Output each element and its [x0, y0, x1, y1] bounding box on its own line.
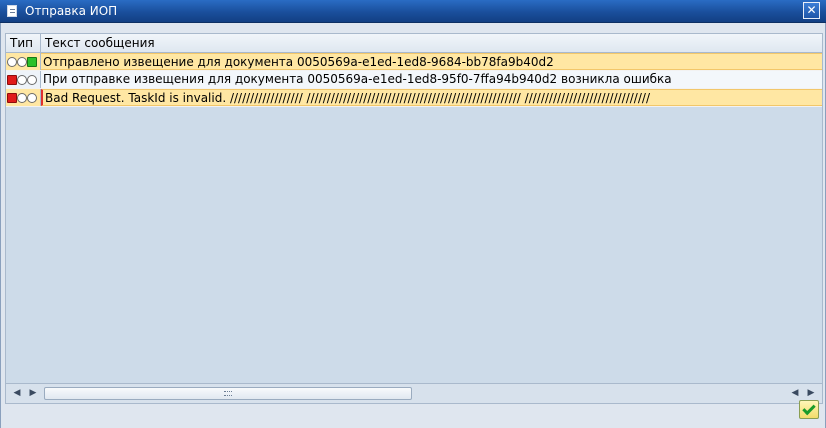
empty-light-icon: [7, 56, 17, 67]
message-text: При отправке извещения для документа 005…: [41, 71, 822, 88]
table-row[interactable]: Отправлено извещение для документа 00505…: [6, 53, 822, 71]
empty-light-icon: [17, 92, 27, 103]
message-log-grid: Тип Текст сообщения Отправлено извещение…: [5, 33, 823, 404]
red-light-icon: [7, 74, 17, 85]
column-header-type[interactable]: Тип: [6, 34, 41, 52]
scroll-left-end-button[interactable]: ◀: [788, 387, 802, 400]
empty-light-icon: [27, 92, 37, 103]
message-text: Отправлено извещение для документа 00505…: [41, 53, 822, 70]
green-light-icon: [27, 56, 37, 67]
empty-light-icon: [27, 74, 37, 85]
status-lights: [6, 89, 41, 106]
empty-light-icon: [17, 74, 27, 85]
send-document-icon: [6, 4, 22, 18]
confirm-button[interactable]: [799, 400, 819, 419]
grip-icon: [224, 391, 232, 396]
grid-rows: Отправлено извещение для документа 00505…: [6, 53, 822, 107]
grid-header: Тип Текст сообщения: [6, 34, 822, 53]
status-lights: [6, 53, 41, 70]
close-button[interactable]: ✕: [803, 2, 820, 19]
message-text: Bad Request. TaskId is invalid. ////////…: [41, 89, 822, 106]
empty-light-icon: [17, 56, 27, 67]
table-row[interactable]: Bad Request. TaskId is invalid. ////////…: [6, 89, 822, 107]
horizontal-scrollbar[interactable]: ◀ ▶ ◀ ▶: [6, 383, 822, 403]
scroll-right-button[interactable]: ▶: [26, 387, 40, 400]
window-title: Отправка ИОП: [25, 4, 118, 18]
table-row[interactable]: При отправке извещения для документа 005…: [6, 71, 822, 89]
scroll-right-end-button[interactable]: ▶: [804, 387, 818, 400]
red-light-icon: [7, 92, 17, 103]
column-header-message-text[interactable]: Текст сообщения: [41, 34, 822, 52]
title-bar: Отправка ИОП ✕: [0, 0, 826, 23]
status-lights: [6, 71, 41, 88]
checkmark-icon: [802, 401, 816, 415]
scroll-left-button[interactable]: ◀: [10, 387, 24, 400]
scrollbar-thumb[interactable]: [44, 387, 412, 400]
dialog-body: Тип Текст сообщения Отправлено извещение…: [0, 23, 826, 428]
